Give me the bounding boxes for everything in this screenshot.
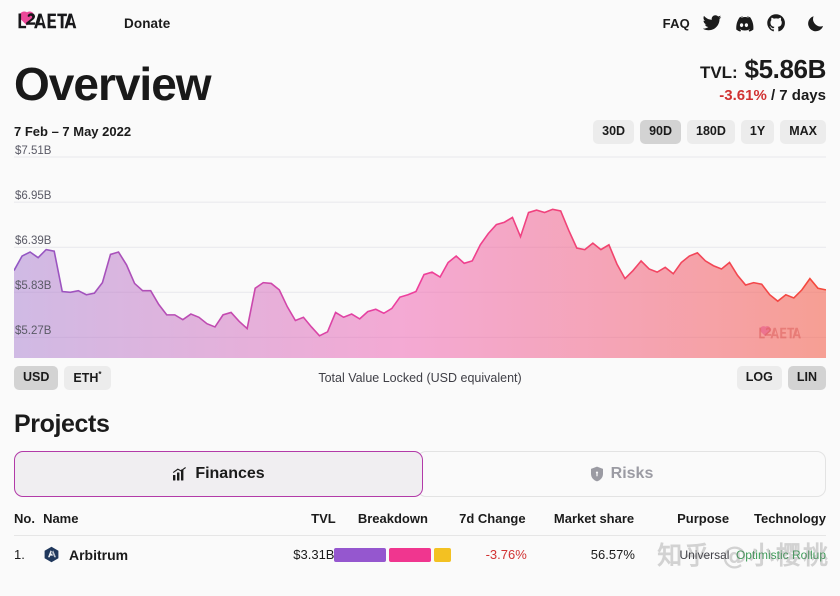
projects-heading: Projects — [0, 390, 840, 439]
table-body: 1. Arbitrum $3.31B — [14, 536, 826, 563]
col-header-market-share[interactable]: Market share — [526, 511, 635, 526]
chart-footer: USD ETH* Total Value Locked (USD equival… — [0, 358, 840, 391]
breakdown-bar-1 — [334, 548, 386, 562]
row-market-share: 56.57% — [527, 547, 635, 562]
brand-logo[interactable] — [14, 10, 100, 36]
scale-toggle-group: LOG LIN — [737, 366, 826, 390]
col-header-tvl[interactable]: TVL — [247, 511, 336, 526]
github-icon[interactable] — [766, 13, 786, 33]
tvl-line: TVL: $5.86B — [700, 54, 826, 85]
projects-table: No. Name TVL Breakdown 7d Change Market … — [0, 511, 840, 563]
currency-toggle-group: USD ETH* — [14, 366, 111, 391]
currency-toggle-eth-label: ETH — [73, 371, 98, 385]
table-header-row: No. Name TVL Breakdown 7d Change Market … — [14, 511, 826, 536]
projects-tabs: Finances Risks — [0, 439, 840, 497]
currency-toggle-eth[interactable]: ETH* — [64, 366, 110, 391]
page-title: Overview — [14, 60, 211, 108]
tvl-area-chart[interactable]: $7.51B$6.95B$6.39B$5.83B$5.27B — [14, 151, 826, 358]
scale-toggle-log[interactable]: LOG — [737, 366, 782, 390]
col-header-7d-change[interactable]: 7d Change — [450, 511, 526, 526]
nav-faq-link[interactable]: FAQ — [663, 16, 690, 31]
twitter-icon[interactable] — [702, 13, 722, 33]
tvl-summary: TVL: $5.86B -3.61% / 7 days — [700, 54, 826, 108]
range-pill-group: 30D 90D 180D 1Y MAX — [593, 120, 826, 144]
tvl-label: TVL: — [700, 63, 738, 82]
row-name-cell[interactable]: Arbitrum — [43, 546, 246, 563]
row-purpose: Universal — [635, 548, 730, 562]
moon-icon[interactable] — [806, 13, 826, 33]
range-pill-max[interactable]: MAX — [780, 120, 826, 144]
tab-finances[interactable]: Finances — [14, 451, 423, 497]
col-header-name[interactable]: Name — [43, 511, 246, 526]
range-pill-30d[interactable]: 30D — [593, 120, 634, 144]
chart-bars-icon — [172, 466, 188, 482]
chart-caption: Total Value Locked (USD equivalent) — [0, 371, 840, 385]
tab-risks-label: Risks — [611, 465, 654, 483]
page-header: Overview TVL: $5.86B -3.61% / 7 days — [0, 46, 840, 108]
chart-date-range: 7 Feb – 7 May 2022 — [14, 124, 131, 139]
tab-finances-label: Finances — [195, 465, 264, 483]
range-pill-1y[interactable]: 1Y — [741, 120, 774, 144]
navbar-right: FAQ — [663, 13, 826, 33]
breakdown-bar-2 — [389, 548, 431, 562]
breakdown-bars — [334, 548, 451, 562]
col-header-no[interactable]: No. — [14, 511, 43, 526]
range-pill-180d[interactable]: 180D — [687, 120, 735, 144]
row-no: 1. — [14, 547, 43, 562]
nav-donate-link[interactable]: Donate — [124, 16, 170, 31]
row-technology: Optimistic Rollup — [729, 548, 826, 562]
tab-risks[interactable]: Risks — [417, 451, 826, 497]
tvl-value: $5.86B — [745, 54, 826, 84]
row-7d-change: -3.76% — [451, 547, 526, 562]
arbitrum-icon — [43, 546, 60, 563]
page-root: Donate FAQ Overview TVL: $5.86B — [0, 0, 840, 596]
tvl-change-period: / 7 days — [771, 87, 826, 104]
col-header-breakdown[interactable]: Breakdown — [336, 511, 450, 526]
navbar: Donate FAQ — [0, 0, 840, 46]
tvl-change-row: -3.61% / 7 days — [700, 87, 826, 104]
chart-controls-row: 7 Feb – 7 May 2022 30D 90D 180D 1Y MAX — [0, 108, 840, 151]
col-header-technology[interactable]: Technology — [729, 511, 826, 526]
discord-icon[interactable] — [734, 13, 754, 33]
currency-toggle-usd[interactable]: USD — [14, 366, 58, 391]
scale-toggle-lin[interactable]: LIN — [788, 366, 826, 390]
row-breakdown[interactable] — [334, 548, 451, 562]
col-header-purpose[interactable]: Purpose — [634, 511, 729, 526]
tvl-change-value: -3.61% — [719, 87, 767, 104]
breakdown-bar-3 — [434, 548, 451, 562]
currency-eth-asterisk: * — [98, 370, 101, 379]
row-tvl: $3.31B — [246, 547, 335, 562]
shield-icon — [590, 466, 604, 482]
range-pill-90d[interactable]: 90D — [640, 120, 681, 144]
row-name-label: Arbitrum — [69, 547, 128, 563]
table-row[interactable]: 1. Arbitrum $3.31B — [14, 536, 826, 563]
